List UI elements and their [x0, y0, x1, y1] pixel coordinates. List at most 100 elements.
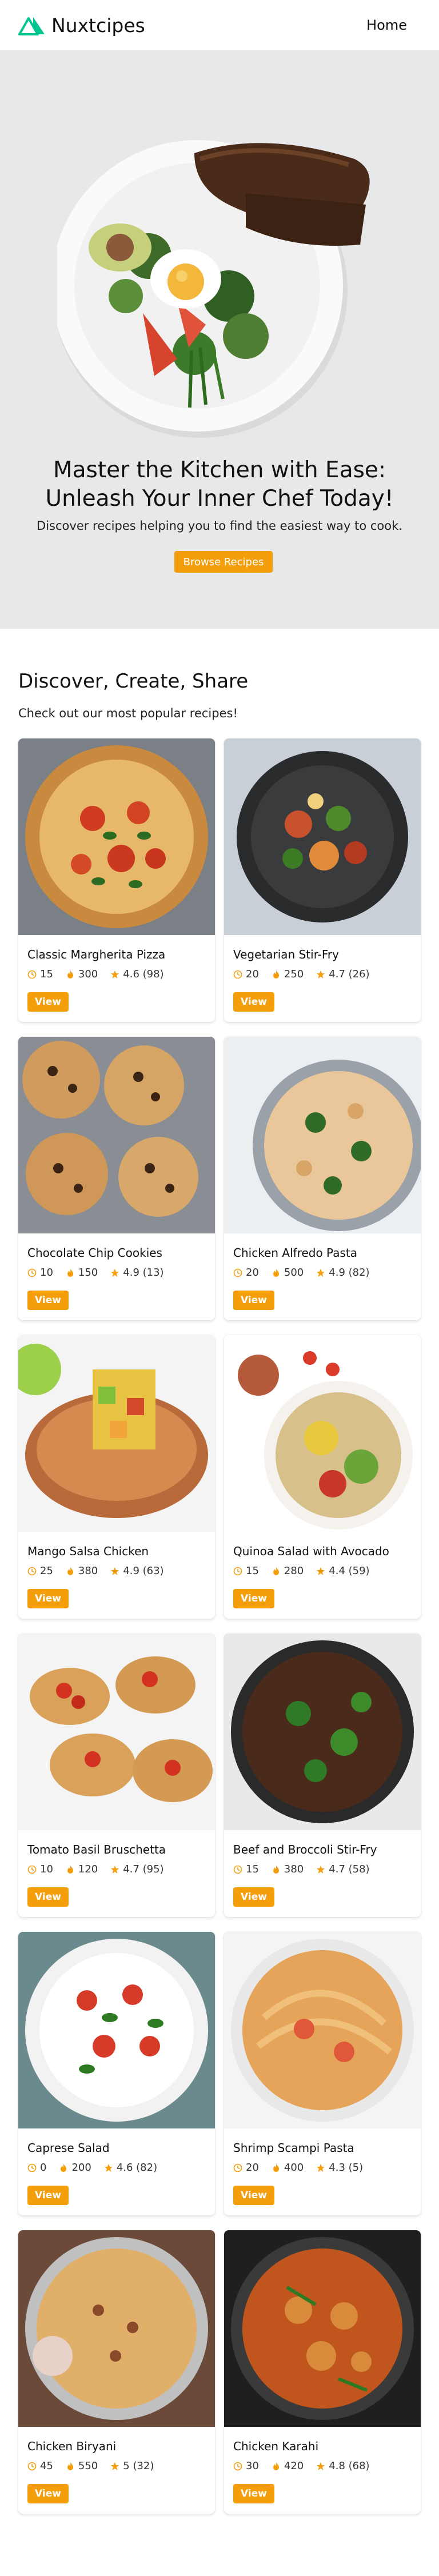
site-header: Nuxtcipes Home [0, 0, 439, 50]
rating: 4.6 (98) [110, 968, 164, 980]
recipe-image [18, 738, 215, 935]
fire-icon [67, 1865, 73, 1874]
recipe-stats: 20 500 4.9 (82) [233, 1267, 382, 1279]
recipe-title: Vegetarian Stir-Fry [233, 948, 339, 961]
calories: 400 [272, 2162, 304, 2174]
calories: 550 [66, 2460, 98, 2472]
view-recipe-button[interactable]: View [233, 2484, 274, 2503]
prep-time: 15 [233, 1863, 259, 1875]
recipe-stats: 15 280 4.4 (59) [233, 1565, 382, 1577]
clock-icon [233, 2163, 242, 2172]
rating: 4.9 (13) [110, 1267, 164, 1279]
rating: 4.4 (59) [316, 1565, 370, 1577]
view-recipe-button[interactable]: View [27, 992, 69, 1012]
rating: 4.9 (63) [110, 1565, 164, 1577]
recipe-card: Mango Salsa Chicken 25 380 4.9 (63) View [18, 1335, 215, 1619]
prep-time: 20 [233, 2162, 259, 2174]
recipe-stats: 15 380 4.7 (58) [233, 1863, 382, 1875]
recipe-card: Tomato Basil Bruschetta 10 120 4.7 (95) … [18, 1634, 215, 1917]
recipe-image [224, 1634, 421, 1830]
prep-time: 20 [233, 1267, 259, 1279]
recipe-stats: 0 200 4.6 (82) [27, 2162, 170, 2174]
recipe-title: Chicken Alfredo Pasta [233, 1246, 357, 1260]
star-icon [317, 1865, 325, 1874]
prep-time: 10 [27, 1863, 53, 1875]
clock-icon [27, 1865, 37, 1874]
star-icon [111, 1865, 119, 1874]
fire-icon [273, 1865, 279, 1874]
calories: 150 [66, 1267, 98, 1279]
prep-time: 25 [27, 1565, 53, 1577]
brand-logo[interactable]: Nuxtcipes [18, 14, 145, 37]
calories: 500 [272, 1267, 304, 1279]
view-recipe-button[interactable]: View [233, 992, 274, 1012]
view-recipe-button[interactable]: View [233, 2186, 274, 2205]
fire-icon [273, 2462, 279, 2470]
hero-food-image [51, 107, 412, 456]
nuxt-logo-icon [18, 17, 45, 35]
calories: 250 [272, 968, 304, 980]
hero-title: Master the Kitchen with Ease: Unleash Yo… [45, 457, 394, 512]
rating: 4.6 (82) [104, 2162, 157, 2174]
recipe-image [18, 2230, 215, 2427]
recipe-title: Chocolate Chip Cookies [27, 1246, 162, 1260]
prep-time: 30 [233, 2460, 259, 2472]
recipe-image [18, 1037, 215, 1233]
star-icon [104, 2163, 113, 2172]
recipe-title: Caprese Salad [27, 2141, 110, 2155]
view-recipe-button[interactable]: View [233, 1887, 274, 1907]
recipe-stats: 15 300 4.6 (98) [27, 968, 177, 980]
clock-icon [233, 1865, 242, 1874]
prep-time: 15 [27, 968, 53, 980]
fire-icon [67, 2462, 73, 2470]
view-recipe-button[interactable]: View [27, 1589, 69, 1608]
view-recipe-button[interactable]: View [27, 1291, 69, 1310]
section-subtitle: Check out our most popular recipes! [18, 706, 238, 720]
recipe-card: Quinoa Salad with Avocado 15 280 4.4 (59… [224, 1335, 421, 1619]
rating: 4.3 (5) [316, 2162, 363, 2174]
calories: 380 [66, 1565, 98, 1577]
view-recipe-button[interactable]: View [27, 2484, 69, 2503]
recipe-card: Chicken Karahi 30 420 4.8 (68) View [224, 2230, 421, 2514]
recipe-image [18, 1634, 215, 1830]
view-recipe-button[interactable]: View [233, 1589, 274, 1608]
recipe-image [224, 2230, 421, 2427]
recipe-image [224, 1932, 421, 2128]
browse-recipes-button[interactable]: Browse Recipes [174, 551, 273, 573]
recipe-stats: 45 550 5 (32) [27, 2460, 166, 2472]
recipe-stats: 10 120 4.7 (95) [27, 1863, 177, 1875]
prep-time: 15 [233, 1565, 259, 1577]
recipe-image [18, 1335, 215, 1532]
recipe-card: Beef and Broccoli Stir-Fry 15 380 4.7 (5… [224, 1634, 421, 1917]
star-icon [111, 970, 119, 979]
recipe-stats: 20 400 4.3 (5) [233, 2162, 376, 2174]
clock-icon [233, 1268, 242, 1277]
recipe-card: Vegetarian Stir-Fry 20 250 4.7 (26) View [224, 738, 421, 1022]
fire-icon [61, 2163, 67, 2172]
clock-icon [233, 1567, 242, 1575]
prep-time: 20 [233, 968, 259, 980]
star-icon [317, 1268, 325, 1277]
recipe-stats: 25 380 4.9 (63) [27, 1565, 177, 1577]
clock-icon [233, 2462, 242, 2470]
rating: 4.7 (58) [316, 1863, 370, 1875]
brand-name: Nuxtcipes [51, 14, 145, 37]
recipe-image [224, 738, 421, 935]
recipe-title: Chicken Karahi [233, 2439, 319, 2453]
view-recipe-button[interactable]: View [27, 2186, 69, 2205]
prep-time: 0 [27, 2162, 46, 2174]
rating: 4.7 (95) [110, 1863, 164, 1875]
calories: 120 [66, 1863, 98, 1875]
recipe-stats: 30 420 4.8 (68) [233, 2460, 382, 2472]
nav-home-link[interactable]: Home [366, 17, 407, 33]
rating: 5 (32) [110, 2460, 154, 2472]
prep-time: 45 [27, 2460, 53, 2472]
hero-subtitle: Discover recipes helping you to find the… [37, 519, 402, 533]
rating: 4.8 (68) [316, 2460, 370, 2472]
prep-time: 10 [27, 1267, 53, 1279]
view-recipe-button[interactable]: View [27, 1887, 69, 1907]
star-icon [317, 2163, 325, 2172]
hero-section: Master the Kitchen with Ease: Unleash Yo… [0, 50, 439, 629]
recipe-card: Classic Margherita Pizza 15 300 4.6 (98)… [18, 738, 215, 1022]
view-recipe-button[interactable]: View [233, 1291, 274, 1310]
